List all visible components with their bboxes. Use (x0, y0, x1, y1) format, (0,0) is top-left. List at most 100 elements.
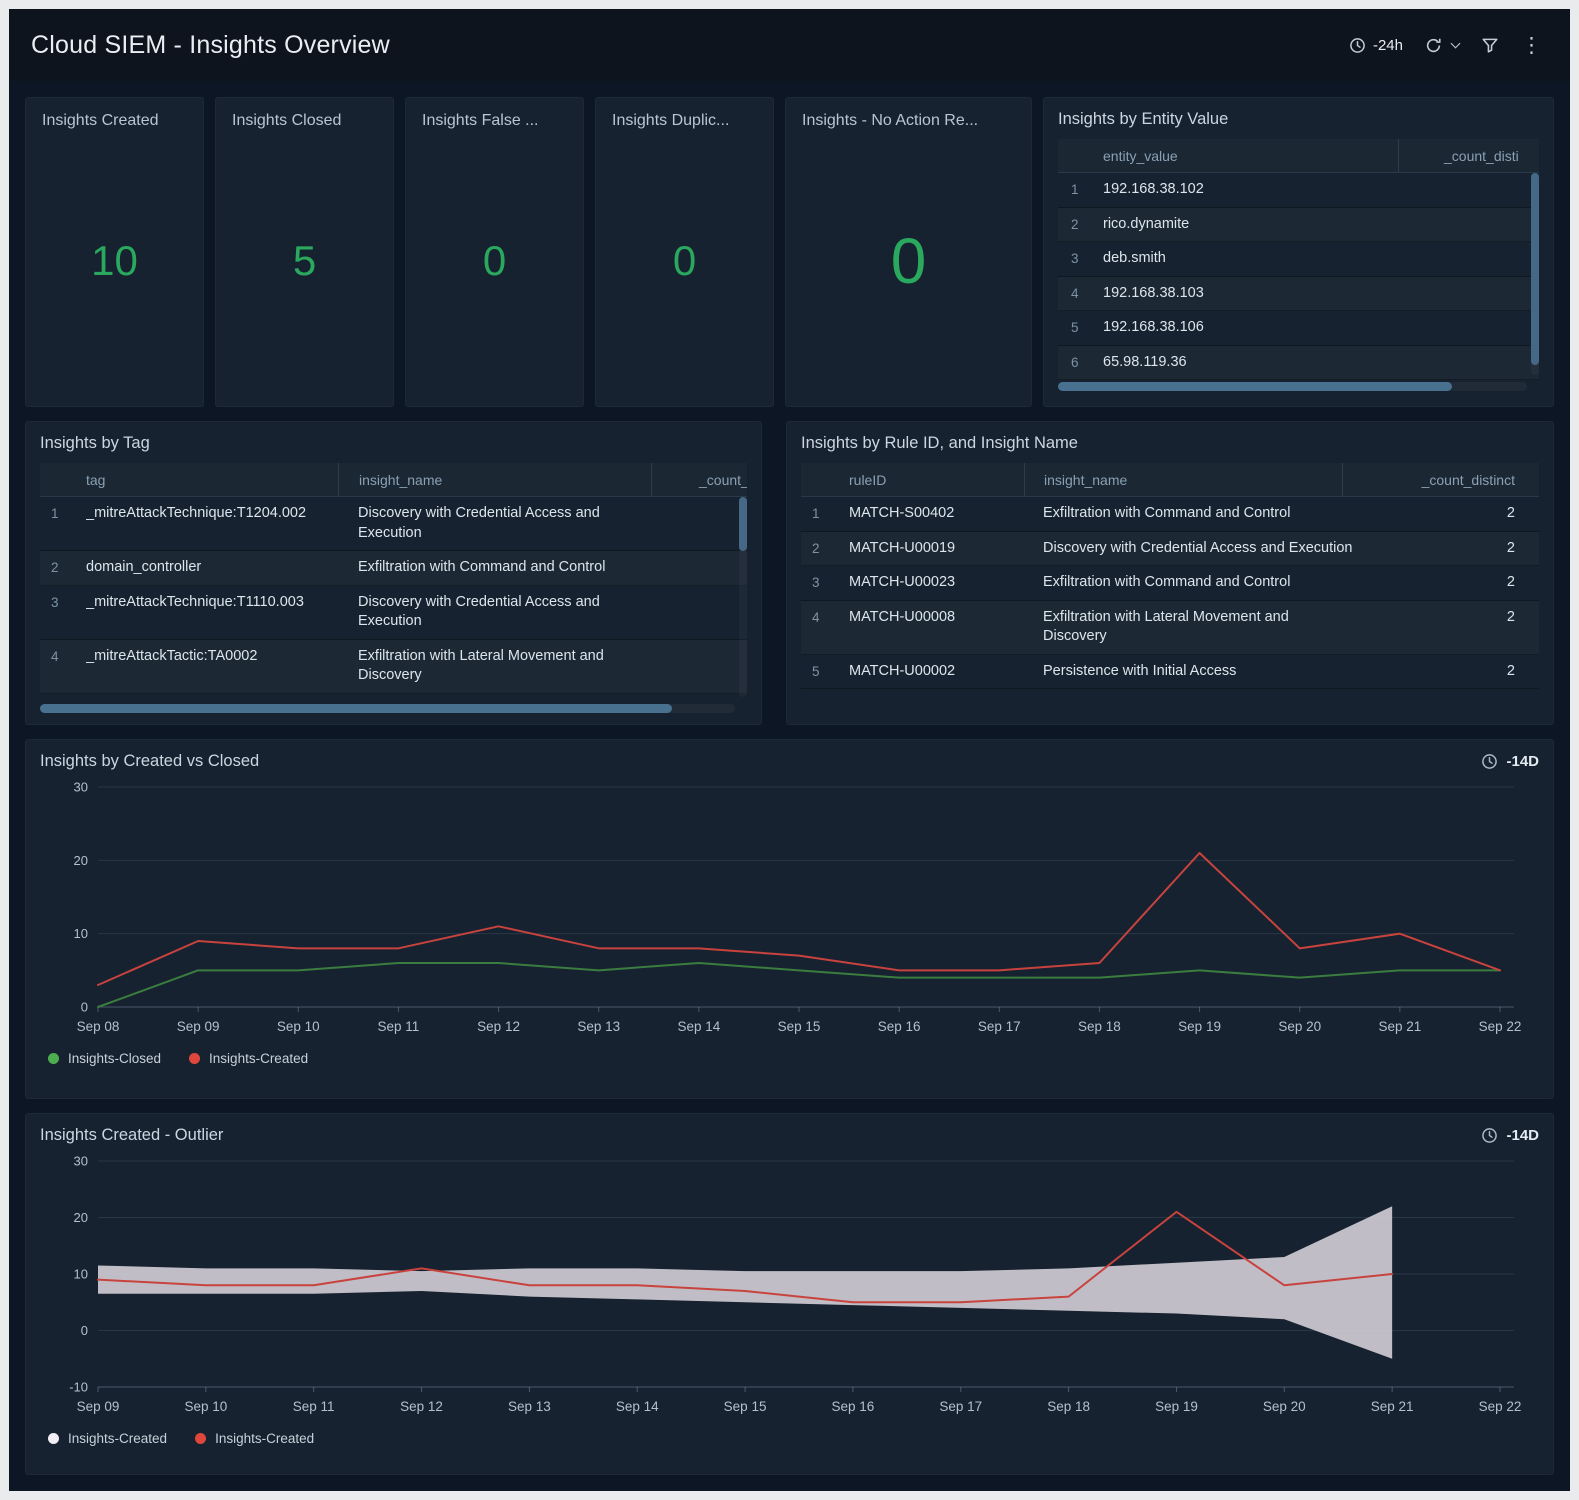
chart-time-range-button[interactable]: -14D (1481, 753, 1539, 770)
chart-time-range-label: -14D (1506, 753, 1539, 770)
stat-card-title: Insights Duplic... (612, 112, 757, 130)
legend-label: Insights-Created (68, 1431, 167, 1446)
table-row[interactable]: 5192.168.38.106 (1058, 311, 1539, 346)
legend-item-insights-created[interactable]: Insights-Created (189, 1051, 308, 1066)
row-index: 6 (1058, 353, 1103, 372)
time-range-button[interactable]: -24h (1349, 37, 1403, 54)
stat-card-insights-closed: Insights Closed 5 (215, 97, 394, 407)
scrollbar-thumb[interactable] (1531, 173, 1539, 365)
legend-dot (48, 1053, 59, 1064)
chart-header: Insights by Created vs Closed -14D (40, 752, 1539, 771)
table-row[interactable]: 3MATCH-U00023Exfiltration with Command a… (801, 566, 1539, 601)
column-header-insight-name[interactable]: insight_name (338, 463, 651, 496)
table-row[interactable]: 665.98.119.36 (1058, 346, 1539, 381)
table-row[interactable]: 2domain_controllerExfiltration with Comm… (40, 551, 747, 586)
column-header-rule-id[interactable]: ruleID (801, 463, 1024, 496)
y-axis-label: 10 (74, 926, 88, 941)
table-row[interactable]: 4MATCH-U00008Exfiltration with Lateral M… (801, 601, 1539, 655)
row-index: 5 (801, 662, 849, 681)
refresh-button[interactable] (1425, 37, 1459, 54)
outlier-chart: -100102030Sep 09Sep 10Sep 11Sep 12Sep 13… (40, 1149, 1540, 1421)
scrollbar-thumb[interactable] (739, 497, 747, 551)
insight-name-cell: Exfiltration with Command and Control (1024, 504, 1372, 524)
table-header-row: tag insight_name _count_d (40, 463, 747, 497)
column-header-entity-value[interactable]: entity_value (1058, 139, 1398, 172)
row-index: 2 (40, 558, 86, 577)
entity-value-cell: rico.dynamite (1103, 215, 1539, 235)
entity-value-cell: 65.98.119.36 (1103, 353, 1539, 373)
clock-icon (1349, 37, 1366, 54)
more-menu-button[interactable]: ⋮ (1521, 35, 1542, 56)
scrollbar-thumb[interactable] (1058, 382, 1452, 391)
entity-value-cell: 192.168.38.102 (1103, 180, 1539, 200)
column-header-count[interactable]: _count_d (651, 463, 747, 496)
table-row[interactable]: 2rico.dynamite (1058, 208, 1539, 243)
panel-insights-created-vs-closed: Insights by Created vs Closed -14D 0 10 20… (25, 739, 1554, 1099)
entity-value-table: entity_value _count_disti 1192.168.38.10… (1058, 139, 1539, 391)
legend-item-insights-created[interactable]: Insights-Created (48, 1431, 167, 1446)
x-axis-label: Sep 11 (293, 1399, 335, 1414)
x-axis-label: Sep 10 (277, 1019, 320, 1034)
insight-name-cell: Discovery with Credential Access and Exe… (1024, 539, 1372, 559)
scrollbar-thumb[interactable] (40, 704, 672, 713)
stat-card-value: 0 (891, 224, 927, 298)
legend-item-insights-closed[interactable]: Insights-Closed (48, 1051, 161, 1066)
chart-header: Insights Created - Outlier -14D (40, 1126, 1539, 1145)
stat-card-insights-false: Insights False ... 0 (405, 97, 584, 407)
column-header-insight-name[interactable]: insight_name (1024, 463, 1342, 496)
count-cell: 2 (1372, 608, 1539, 628)
x-axis-label: Sep 17 (939, 1399, 982, 1414)
entity-value-cell: 192.168.38.106 (1103, 318, 1539, 338)
legend-item-insights-created[interactable]: Insights-Created (195, 1431, 314, 1446)
stat-card-title: Insights Created (42, 112, 187, 130)
chart-time-range-button[interactable]: -14D (1481, 1127, 1539, 1144)
table-row[interactable]: 1MATCH-S00402Exfiltration with Command a… (801, 497, 1539, 532)
y-axis-label: 20 (74, 853, 88, 868)
insight-name-cell: Discovery with Credential Access and Exe… (338, 593, 747, 632)
table-row[interactable]: 2MATCH-U00019Discovery with Credential A… (801, 532, 1539, 567)
stats-row: Insights Created 10 Insights Closed 5 In… (25, 97, 1554, 407)
table-row[interactable]: 4_mitreAttackTactic:TA0002Exfiltration w… (40, 640, 747, 694)
column-header-count-distinct[interactable]: _count_distinct (1342, 463, 1539, 496)
panel-insights-by-tag: Insights by Tag tag insight_name _count_… (25, 421, 762, 725)
tables-row: Insights by Tag tag insight_name _count_… (25, 421, 1554, 725)
table-row[interactable]: 3_mitreAttackTechnique:T1110.003Discover… (40, 586, 747, 640)
stat-card-title: Insights - No Action Re... (802, 112, 1015, 130)
vertical-scrollbar[interactable] (1531, 173, 1539, 375)
stat-card-insights-no-action: Insights - No Action Re... 0 (785, 97, 1032, 407)
stat-card-title: Insights Closed (232, 112, 377, 130)
x-axis-label: Sep 09 (177, 1019, 220, 1034)
panel-title: Insights Created - Outlier (40, 1126, 223, 1145)
chevron-down-icon (1451, 39, 1461, 49)
row-index: 5 (1058, 318, 1103, 337)
series-line-insights-created (98, 853, 1500, 985)
filter-button[interactable] (1481, 36, 1499, 54)
row-index: 1 (801, 504, 849, 523)
table-row[interactable]: 1_mitreAttackTechnique:T1204.002Discover… (40, 497, 747, 551)
table-body: 1MATCH-S00402Exfiltration with Command a… (801, 497, 1539, 689)
chart-legend: Insights-Closed Insights-Created (40, 1046, 1539, 1066)
stat-card-value: 5 (293, 237, 316, 285)
table-body: 1_mitreAttackTechnique:T1204.002Discover… (40, 497, 747, 694)
horizontal-scrollbar[interactable] (1058, 382, 1527, 391)
table-row[interactable]: 1192.168.38.102 (1058, 173, 1539, 208)
x-axis-label: Sep 15 (778, 1019, 821, 1034)
row-index: 2 (1058, 215, 1103, 234)
stat-card-insights-duplicate: Insights Duplic... 0 (595, 97, 774, 407)
y-axis-label: 30 (74, 780, 88, 795)
column-header-count-distinct[interactable]: _count_disti (1398, 139, 1539, 172)
x-axis-label: Sep 19 (1178, 1019, 1221, 1034)
x-axis-label: Sep 18 (1078, 1019, 1121, 1034)
x-axis-label: Sep 13 (508, 1399, 551, 1414)
tag-table: tag insight_name _count_d 1_mitreAttackT… (40, 463, 747, 713)
table-row[interactable]: 5MATCH-U00002Persistence with Initial Ac… (801, 655, 1539, 690)
vertical-scrollbar[interactable] (739, 497, 747, 697)
column-header-tag[interactable]: tag (40, 463, 338, 496)
y-axis-label: 0 (81, 1000, 88, 1015)
horizontal-scrollbar[interactable] (40, 704, 735, 713)
table-row[interactable]: 4192.168.38.103 (1058, 277, 1539, 312)
x-axis-label: Sep 18 (1047, 1399, 1090, 1414)
x-axis-label: Sep 16 (832, 1399, 875, 1414)
row-index: 1 (40, 504, 86, 523)
table-row[interactable]: 3deb.smith (1058, 242, 1539, 277)
